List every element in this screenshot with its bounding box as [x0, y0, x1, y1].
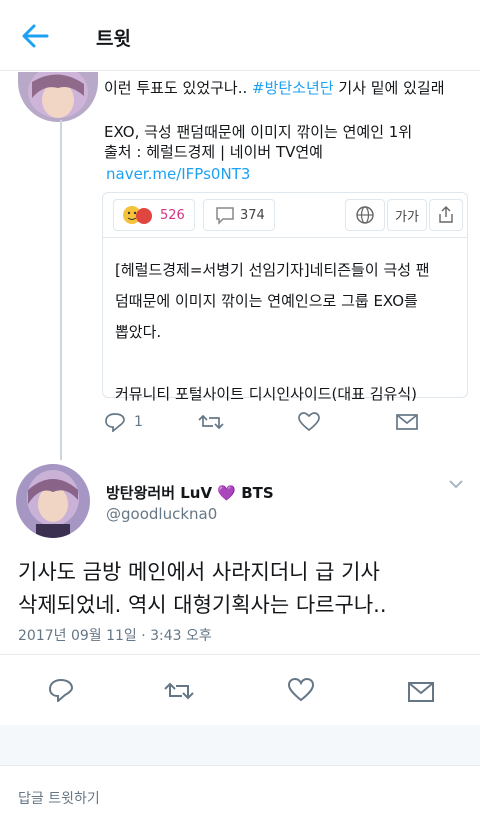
card-body-line: [헤럴드경제=서병기 선임기자]네티즌들이 극성 팬 [115, 261, 430, 279]
card-toolbar: 526 374 가가 [103, 193, 467, 238]
font-size-button[interactable]: 가가 [387, 199, 427, 231]
hashtag-link[interactable]: #방탄소년단 [252, 79, 334, 97]
share-icon [439, 206, 453, 223]
tweet-text-line: 기사도 금방 메인에서 사라지더니 급 기사 [18, 560, 380, 584]
comment-count: 374 [240, 207, 265, 223]
card-body: [헤럴드경제=서병기 선임기자]네티즌들이 극성 팬 덤때문에 이미지 깎이는 … [115, 255, 430, 410]
tweet-text-line: 출처 : 헤럴드경제 | 네이버 TV연예 [104, 143, 323, 161]
comment-button[interactable]: 374 [203, 199, 275, 231]
avatar[interactable] [18, 72, 98, 122]
emoji-reaction-icon [123, 206, 152, 224]
card-body-line [115, 348, 430, 379]
reply-count: 1 [134, 414, 143, 430]
top-bar: 트윗 [0, 0, 480, 71]
section-gap [0, 725, 480, 765]
chevron-down-icon[interactable] [448, 478, 464, 490]
message-icon[interactable] [408, 682, 434, 702]
card-body-line: 뽑았다. [115, 323, 162, 341]
divider [0, 654, 480, 655]
thread-line [60, 120, 62, 460]
reaction-count: 526 [160, 207, 185, 223]
like-icon[interactable] [288, 678, 314, 702]
tweet-text-line: EXO, 극성 팬덤때문에 이미지 깎이는 연예인 1위 [104, 123, 413, 141]
reply-input[interactable]: 답글 트윗하기 [18, 788, 100, 808]
back-arrow-icon[interactable] [20, 22, 50, 50]
divider [0, 765, 480, 766]
message-icon[interactable] [396, 414, 418, 430]
card-body-line: 덤때문에 이미지 깎이는 연예인으로 그룹 EXO를 [115, 292, 418, 310]
reaction-button[interactable]: 526 [113, 199, 195, 231]
avatar[interactable] [16, 464, 90, 538]
card-body-line: 커뮤니티 포털사이트 디시인사이드(대표 김유식) [115, 385, 418, 403]
retweet-icon[interactable] [198, 413, 224, 431]
share-button[interactable] [429, 199, 463, 231]
tweet-text-line: 삭제되었네. 역시 대형기획사는 다르구나.. [18, 593, 387, 617]
tweet-text: 기사도 금방 메인에서 사라지더니 급 기사 삭제되었네. 역시 대형기획사는 … [18, 556, 387, 622]
reply-icon[interactable] [48, 678, 74, 702]
tweet-text-line: 이런 투표도 있었구나.. #방탄소년단 기사 밑에 있길래 [104, 79, 445, 97]
user-handle[interactable]: @goodluckna0 [106, 505, 217, 523]
like-icon[interactable] [298, 412, 320, 432]
timestamp: 2017년 09월 11일 · 3:43 오후 [18, 628, 212, 644]
reply-button[interactable]: 1 [104, 412, 143, 432]
display-name[interactable]: 방탄왕러버 LuV 💜 BTS [106, 482, 274, 503]
reply-icon [105, 413, 125, 432]
page-title: 트윗 [96, 28, 131, 50]
globe-button[interactable] [345, 199, 385, 231]
globe-icon [356, 206, 374, 224]
retweet-icon[interactable] [164, 680, 194, 702]
article-link[interactable]: naver.me/IFPs0NT3 [106, 164, 250, 184]
news-card[interactable]: 526 374 가가 [헤럴드경제=서병기 선임기자]네티즌들이 극성 팬 덤때… [102, 192, 468, 403]
comment-icon [216, 207, 234, 225]
